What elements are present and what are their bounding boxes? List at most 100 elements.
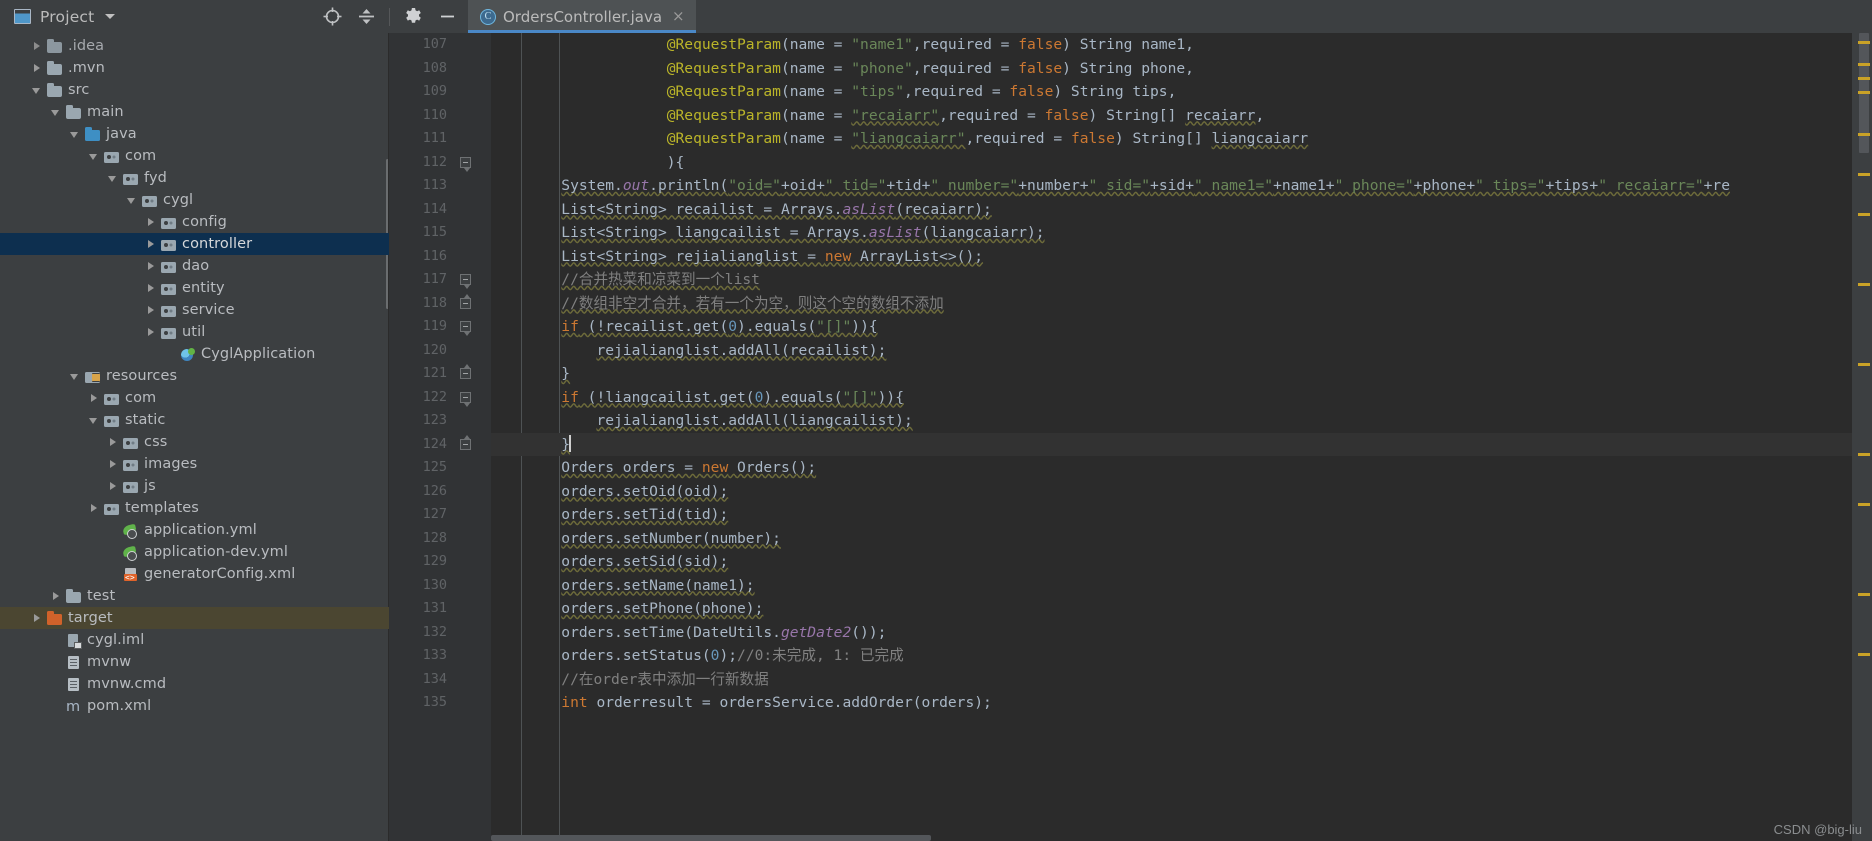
code-line[interactable]: if (!liangcailist.get(0).equals("[]")){ [491, 386, 1852, 410]
tree-item-resources[interactable]: resources [0, 365, 389, 387]
warning-marker[interactable] [1858, 41, 1870, 44]
code-line[interactable]: //数组非空才合并，若有一个为空，则这个空的数组不添加 [491, 292, 1852, 316]
minimize-icon[interactable] [436, 6, 458, 28]
chevron-down-icon[interactable] [70, 371, 81, 382]
tree-item-com[interactable]: com [0, 145, 389, 167]
code-fold-toggle[interactable] [460, 274, 471, 289]
code-fold-toggle[interactable] [460, 364, 471, 379]
chevron-right-icon[interactable] [146, 305, 157, 316]
chevron-down-icon[interactable] [127, 195, 138, 206]
tree-item-config[interactable]: config [0, 211, 389, 233]
warning-marker[interactable] [1858, 653, 1870, 656]
tree-item-fyd[interactable]: fyd [0, 167, 389, 189]
code-line[interactable]: @RequestParam(name = "name1",required = … [491, 33, 1852, 57]
tree-item-mvnw[interactable]: mvnw [0, 651, 389, 673]
chevron-right-icon[interactable] [146, 327, 157, 338]
tree-item-templates[interactable]: templates [0, 497, 389, 519]
code-folding-column[interactable] [457, 33, 491, 841]
warning-marker[interactable] [1858, 63, 1870, 66]
warning-marker[interactable] [1858, 213, 1870, 216]
code-line[interactable]: } [491, 362, 1852, 386]
chevron-right-icon[interactable] [146, 261, 157, 272]
code-fold-toggle[interactable] [460, 293, 471, 309]
tree-item-com[interactable]: com [0, 387, 389, 409]
code-line[interactable]: @RequestParam(name = "liangcaiarr",requi… [491, 127, 1852, 151]
code-fold-toggle[interactable] [460, 391, 471, 407]
code-line[interactable]: orders.setStatus(0);//0:未完成, 1: 已完成 [491, 644, 1852, 668]
tab-orders-controller[interactable]: C OrdersController.java × [468, 0, 696, 33]
warning-marker[interactable] [1858, 283, 1870, 286]
close-icon[interactable]: × [672, 9, 685, 24]
tree-item--idea[interactable]: .idea [0, 35, 389, 57]
code-editor[interactable]: 107 108 109 110 111 112 113 114 115 116 117 118 119 1… [389, 33, 1872, 841]
chevron-down-icon[interactable] [89, 151, 100, 162]
code-line[interactable]: @RequestParam(name = "recaiarr",required… [491, 104, 1852, 128]
editor-hscroll-thumb[interactable] [491, 835, 931, 841]
chevron-right-icon[interactable] [32, 63, 43, 74]
chevron-right-icon[interactable] [108, 437, 119, 448]
warning-marker[interactable] [1858, 77, 1870, 80]
chevron-down-icon[interactable] [108, 173, 119, 184]
code-fold-toggle[interactable] [460, 434, 471, 450]
code-line[interactable]: int orderresult = ordersService.addOrder… [491, 691, 1852, 715]
code-line[interactable]: ){ [491, 151, 1852, 175]
tree-item-cyglapplication[interactable]: CyglApplication [0, 343, 389, 365]
warning-marker[interactable] [1858, 503, 1870, 506]
code-line[interactable]: orders.setOid(oid); [491, 480, 1852, 504]
code-line[interactable]: orders.setNumber(number); [491, 527, 1852, 551]
editor-gutter[interactable]: 107 108 109 110 111 112 113 114 115 116 117 118 119 1… [389, 33, 491, 841]
code-line[interactable]: @RequestParam(name = "tips",required = f… [491, 80, 1852, 104]
code-fold-toggle[interactable] [460, 321, 471, 336]
code-line[interactable]: orders.setSid(sid); [491, 550, 1852, 574]
chevron-right-icon[interactable] [108, 481, 119, 492]
code-fold-toggle[interactable] [460, 156, 471, 172]
code-line[interactable]: if (!recailist.get(0).equals("[]")){ [491, 315, 1852, 339]
chevron-right-icon[interactable] [32, 41, 43, 52]
chevron-down-icon[interactable] [105, 14, 116, 19]
chevron-right-icon[interactable] [51, 591, 62, 602]
tree-item-generatorconfig-xml[interactable]: <> generatorConfig.xml [0, 563, 389, 585]
code-line[interactable]: orders.setTid(tid); [491, 503, 1852, 527]
chevron-down-icon[interactable] [89, 415, 100, 426]
warning-marker[interactable] [1858, 173, 1870, 176]
tree-item-static[interactable]: static [0, 409, 389, 431]
chevron-right-icon[interactable] [146, 283, 157, 294]
warning-marker[interactable] [1858, 91, 1870, 94]
code-line[interactable]: Orders orders = new Orders(); [491, 456, 1852, 480]
code-line[interactable]: orders.setTime(DateUtils.getDate2()); [491, 621, 1852, 645]
tree-item-main[interactable]: main [0, 101, 389, 123]
code-content[interactable]: @RequestParam(name = "name1",required = … [491, 33, 1852, 841]
chevron-down-icon[interactable] [51, 107, 62, 118]
code-line[interactable]: //在order表中添加一行新数据 [491, 668, 1852, 692]
chevron-right-icon[interactable] [89, 503, 100, 514]
warning-marker[interactable] [1858, 133, 1870, 136]
tree-item-controller[interactable]: controller [0, 233, 389, 255]
tree-item-cygl[interactable]: cygl [0, 189, 389, 211]
tree-item-mvnw-cmd[interactable]: mvnw.cmd [0, 673, 389, 695]
code-line[interactable]: } [491, 432, 1852, 456]
code-line[interactable]: orders.setPhone(phone); [491, 597, 1852, 621]
code-line[interactable]: rejialianglist.addAll(recailist); [491, 339, 1852, 363]
tree-item-src[interactable]: src [0, 79, 389, 101]
code-line[interactable]: //合并热菜和凉菜到一个list [491, 268, 1852, 292]
tree-item-pom-xml[interactable]: m pom.xml [0, 695, 389, 717]
warning-marker[interactable] [1858, 453, 1870, 456]
gear-icon[interactable] [402, 6, 424, 28]
tree-item-application-yml[interactable]: application.yml [0, 519, 389, 541]
tree-item-cygl-iml[interactable]: cygl.iml [0, 629, 389, 651]
crosshair-target-icon[interactable] [321, 6, 343, 28]
chevron-down-icon[interactable] [70, 129, 81, 140]
project-tree[interactable]: .idea .mvn src main java com fyd cygl config cont… [0, 33, 389, 841]
tree-item-entity[interactable]: entity [0, 277, 389, 299]
tree-item-dao[interactable]: dao [0, 255, 389, 277]
collapse-all-icon[interactable] [355, 6, 377, 28]
code-line[interactable]: List<String> recailist = Arrays.asList(r… [491, 198, 1852, 222]
chevron-right-icon[interactable] [89, 393, 100, 404]
chevron-right-icon[interactable] [146, 217, 157, 228]
code-line[interactable]: orders.setName(name1); [491, 574, 1852, 598]
tree-item-util[interactable]: util [0, 321, 389, 343]
tree-item-css[interactable]: css [0, 431, 389, 453]
chevron-right-icon[interactable] [146, 239, 157, 250]
tree-item-application-dev-yml[interactable]: application-dev.yml [0, 541, 389, 563]
warning-marker[interactable] [1858, 593, 1870, 596]
